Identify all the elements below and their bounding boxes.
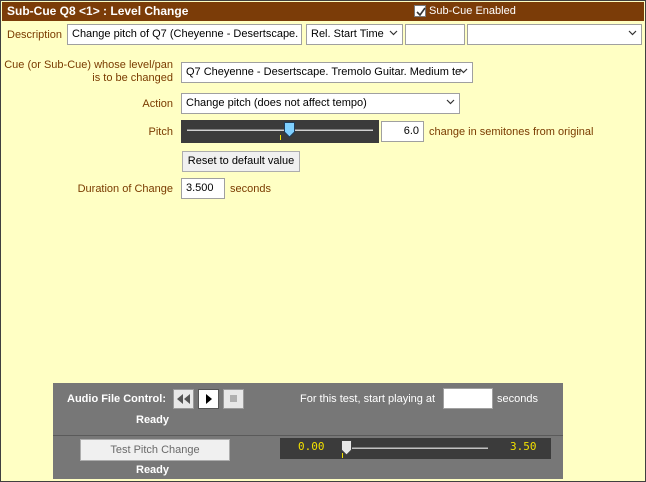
pitch-slider-center-tick	[280, 135, 281, 140]
duration-label: Duration of Change	[77, 183, 173, 195]
play-button[interactable]	[198, 389, 219, 409]
reset-default-button[interactable]: Reset to default value	[182, 151, 300, 172]
extra-select[interactable]	[467, 24, 642, 45]
rewind-button[interactable]	[173, 389, 194, 409]
pitch-value: 6.0	[403, 125, 419, 137]
pitch-slider[interactable]	[181, 120, 379, 143]
time-value-input[interactable]	[405, 24, 465, 45]
target-cue-value: Q7 Cheyenne - Desertscape. Tremolo Guita…	[186, 66, 462, 78]
title-bar: Sub-Cue Q8 <1> : Level Change Sub-Cue En…	[2, 2, 644, 21]
checkbox-checked-icon[interactable]	[414, 5, 426, 17]
audio-file-control-label: Audio File Control:	[67, 393, 166, 405]
play-icon	[206, 394, 212, 404]
position-end-label: 3.50	[510, 440, 537, 453]
pitch-value-input[interactable]: 6.0	[381, 121, 424, 142]
position-slider[interactable]: 0.00 3.50	[280, 438, 551, 459]
sub-cue-enabled-checkbox[interactable]: Sub-Cue Enabled	[414, 5, 516, 17]
target-cue-label-line2: is to be changed	[92, 72, 173, 84]
time-type-value: Rel. Start Time	[311, 28, 384, 40]
duration-input[interactable]: 3.500	[181, 178, 225, 199]
start-at-input[interactable]	[443, 388, 493, 409]
window-title: Sub-Cue Q8 <1> : Level Change	[7, 4, 189, 18]
slider-thumb-icon[interactable]	[341, 440, 352, 456]
chevron-down-icon	[446, 99, 455, 105]
start-at-unit: seconds	[497, 393, 538, 405]
sub-cue-enabled-label: Sub-Cue Enabled	[429, 5, 516, 17]
pitch-label: Pitch	[148, 126, 173, 138]
duration-unit-label: seconds	[230, 183, 271, 195]
target-cue-select[interactable]: Q7 Cheyenne - Desertscape. Tremolo Guita…	[181, 62, 473, 83]
audio-status-2: Ready	[136, 464, 170, 476]
action-select[interactable]: Change pitch (does not affect tempo)	[181, 93, 460, 114]
chevron-down-icon	[628, 30, 637, 36]
action-label: Action	[142, 98, 173, 110]
time-type-select[interactable]: Rel. Start Time	[306, 24, 403, 45]
chevron-down-icon	[459, 68, 468, 74]
test-pitch-change-button[interactable]: Test Pitch Change	[80, 439, 230, 461]
rewind-icon	[177, 394, 190, 404]
audio-status-1: Ready	[136, 414, 170, 426]
stop-icon	[230, 395, 237, 402]
action-value: Change pitch (does not affect tempo)	[186, 97, 367, 109]
position-start-label: 0.00	[298, 440, 325, 453]
stop-button[interactable]	[223, 389, 244, 409]
chevron-down-icon	[389, 30, 398, 36]
level-change-window: Sub-Cue Q8 <1> : Level Change Sub-Cue En…	[0, 0, 646, 482]
description-input[interactable]: Change pitch of Q7 (Cheyenne - Desertsca…	[67, 24, 302, 45]
test-panel-divider	[53, 435, 563, 436]
target-cue-label-line1: Cue (or Sub-Cue) whose level/pan	[4, 59, 173, 71]
description-label: Description	[7, 29, 63, 41]
position-slider-track	[342, 447, 488, 449]
pitch-slider-track	[187, 129, 373, 131]
slider-thumb-icon[interactable]	[284, 122, 296, 138]
pitch-suffix-label: change in semitones from original	[429, 126, 594, 138]
start-at-label: For this test, start playing at	[300, 393, 436, 405]
